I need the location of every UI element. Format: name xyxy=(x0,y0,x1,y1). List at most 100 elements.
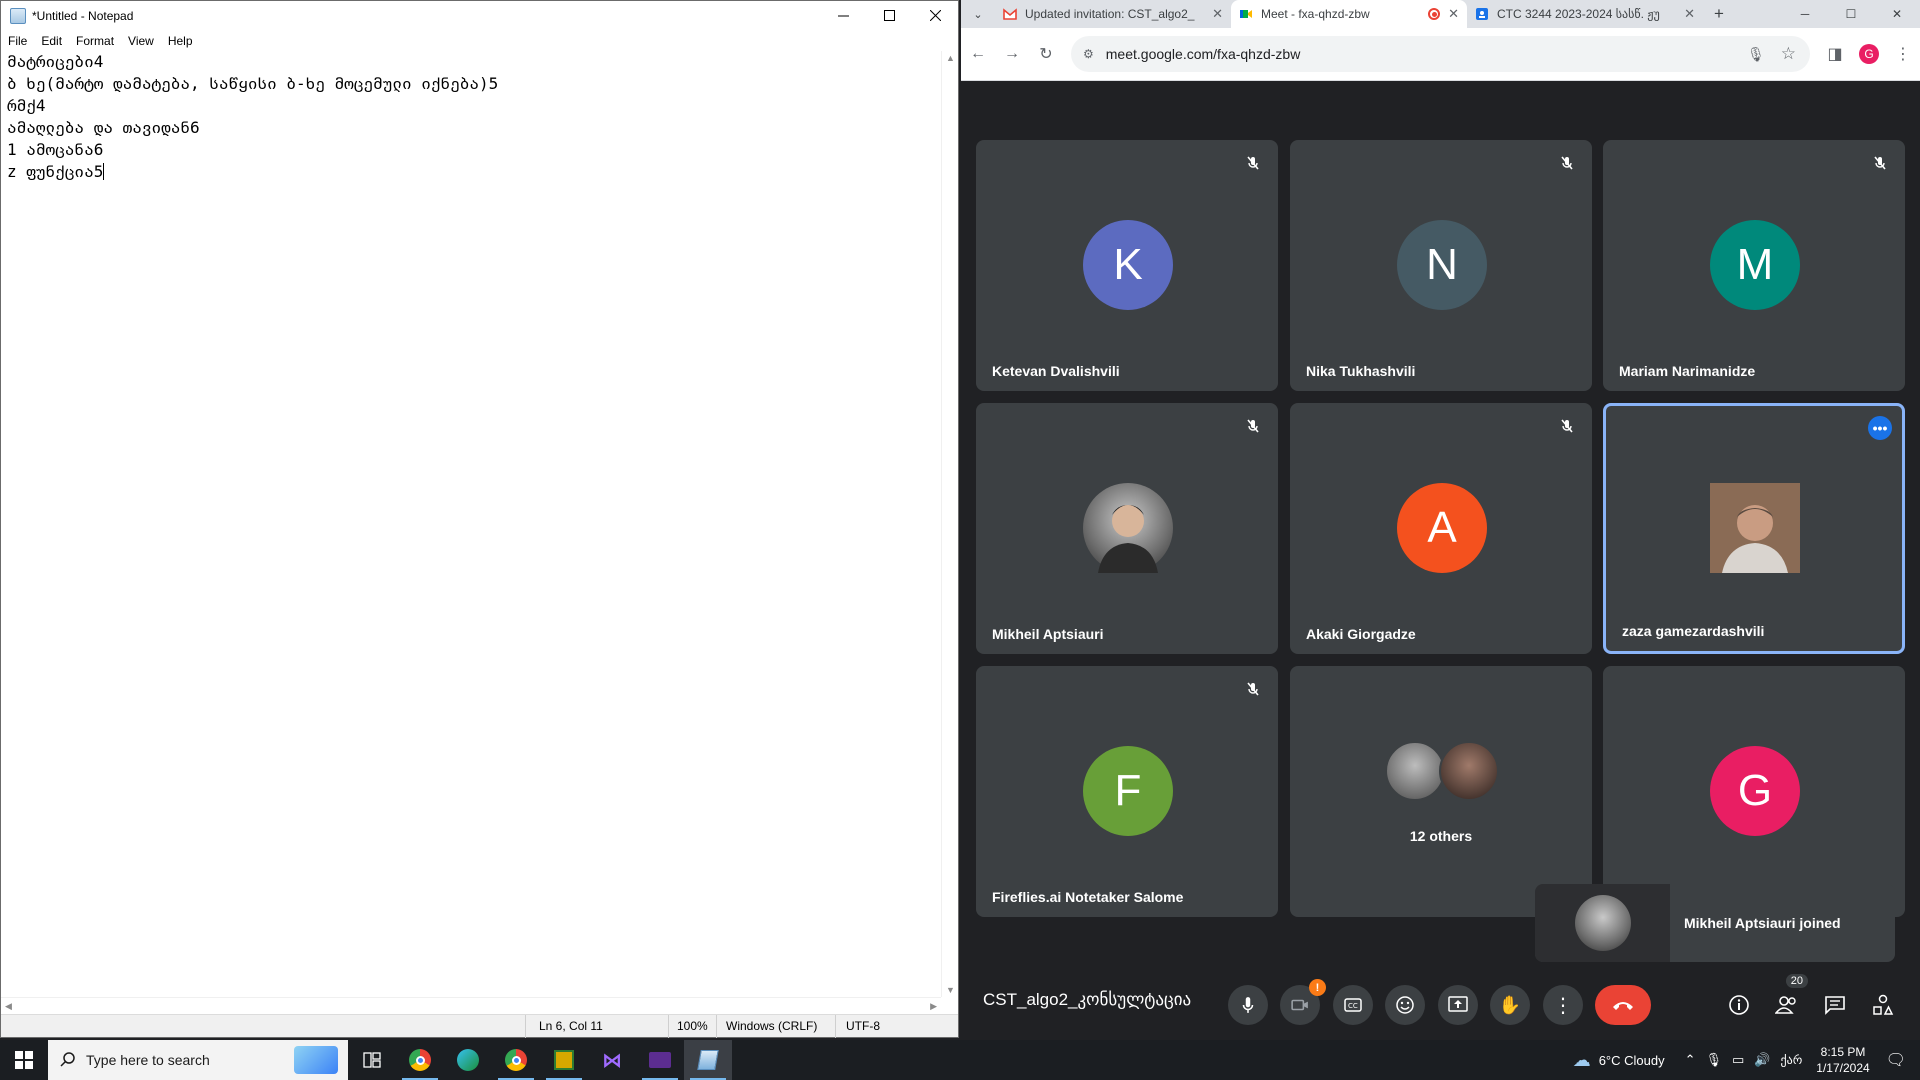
text-line: z ფუნქცია5 xyxy=(7,162,104,181)
weather-cloud-icon[interactable]: ☁ xyxy=(1573,1050,1591,1071)
chat-button[interactable] xyxy=(1820,990,1850,1020)
reactions-button[interactable] xyxy=(1385,985,1425,1025)
reload-icon: ↻ xyxy=(1039,46,1053,63)
notepad-text-area[interactable]: მატრიცები4 ბ ხე(მარტო დამატება, საწყისი ბ… xyxy=(7,51,938,997)
taskbar-edge[interactable] xyxy=(444,1040,492,1080)
clock[interactable]: 8:15 PM 1/17/2024 xyxy=(1816,1044,1869,1076)
maximize-icon: ☐ xyxy=(1845,7,1857,21)
profile-button[interactable]: G xyxy=(1852,44,1886,64)
close-tab-icon[interactable]: ✕ xyxy=(1448,6,1459,22)
network-icon[interactable]: ▭ xyxy=(1732,1052,1744,1068)
microphone-icon[interactable]: 🎙 xyxy=(1747,46,1765,63)
tab-docs[interactable]: CTC 3244 2023-2024 სასწ. ჟუ ✕ xyxy=(1467,0,1703,28)
avatar-photo xyxy=(1083,483,1173,573)
forward-button[interactable]: → xyxy=(995,45,1029,63)
menu-format[interactable]: Format xyxy=(69,34,121,48)
close-icon: ✕ xyxy=(1891,7,1903,21)
input-language[interactable]: ქარ xyxy=(1781,1053,1803,1067)
captions-button[interactable]: CC xyxy=(1333,985,1373,1025)
meeting-name: CST_algo2_კონსულტაცია xyxy=(983,990,1192,1009)
microphone-tray-icon[interactable]: 🎙 xyxy=(1706,1052,1723,1068)
scroll-down-icon[interactable]: ▼ xyxy=(946,985,955,995)
avatar: A xyxy=(1397,483,1487,573)
side-panel-button[interactable]: ◨ xyxy=(1818,44,1852,64)
bookmark-star-icon[interactable]: ☆ xyxy=(1781,44,1796,64)
recording-icon xyxy=(1428,8,1441,20)
participant-tile[interactable]: Mikheil Aptsiauri xyxy=(976,403,1278,654)
tab-search-button[interactable]: ⌄ xyxy=(961,0,995,28)
search-icon xyxy=(60,1052,75,1067)
task-view-button[interactable] xyxy=(348,1040,396,1080)
notepad-window: *Untitled - Notepad File Edit Format Vie… xyxy=(0,0,959,1038)
people-button[interactable]: 20 xyxy=(1772,974,1808,1020)
notification-center-icon[interactable]: 🗨 xyxy=(1886,1050,1906,1070)
participant-tile[interactable]: G xyxy=(1603,666,1905,917)
taskbar-notepad[interactable] xyxy=(684,1040,732,1080)
scroll-right-icon[interactable]: ▶ xyxy=(930,1001,937,1012)
vertical-scrollbar[interactable]: ▲ ▼ xyxy=(941,51,958,997)
scroll-left-icon[interactable]: ◀ xyxy=(5,1001,12,1012)
menu-help[interactable]: Help xyxy=(161,34,200,48)
show-hidden-icons-icon[interactable]: ⌃ xyxy=(1685,1052,1696,1068)
menu-edit[interactable]: Edit xyxy=(34,34,69,48)
minimize-icon: ─ xyxy=(1800,7,1810,21)
task-view-icon xyxy=(363,1052,381,1068)
toast-text: Mikheil Aptsiauri joined xyxy=(1684,915,1841,931)
close-tab-icon[interactable]: ✕ xyxy=(1212,6,1223,22)
taskbar-visual-studio[interactable]: ⋈ xyxy=(588,1040,636,1080)
window-close-button[interactable]: ✕ xyxy=(1874,0,1920,28)
start-button[interactable] xyxy=(0,1040,48,1080)
weather-text[interactable]: 6°C Cloudy xyxy=(1599,1053,1665,1068)
participant-tile-speaking[interactable]: ••• zaza gamezardashvili xyxy=(1603,403,1905,654)
maximize-button[interactable] xyxy=(866,1,912,30)
leave-call-button[interactable] xyxy=(1595,985,1651,1025)
menu-view[interactable]: View xyxy=(121,34,161,48)
avatar-photo xyxy=(1439,741,1499,801)
window-maximize-button[interactable]: ☐ xyxy=(1828,0,1874,28)
avatar: K xyxy=(1083,220,1173,310)
activities-button[interactable] xyxy=(1868,990,1898,1020)
close-tab-icon[interactable]: ✕ xyxy=(1684,6,1695,22)
window-minimize-button[interactable]: ─ xyxy=(1782,0,1828,28)
taskbar-chrome[interactable] xyxy=(492,1040,540,1080)
volume-icon[interactable]: 🔊 xyxy=(1754,1052,1770,1068)
menu-file[interactable]: File xyxy=(1,34,34,48)
participant-tile[interactable]: M Mariam Narimanidze xyxy=(1603,140,1905,391)
scroll-up-icon[interactable]: ▲ xyxy=(946,53,955,63)
present-button[interactable] xyxy=(1438,985,1478,1025)
participant-name: Mikheil Aptsiauri xyxy=(992,626,1104,642)
more-options-icon[interactable]: ••• xyxy=(1868,416,1892,440)
taskbar-terminal[interactable] xyxy=(636,1040,684,1080)
notepad-app-icon xyxy=(10,7,26,24)
reload-button[interactable]: ↻ xyxy=(1029,44,1063,64)
tab-gmail[interactable]: Updated invitation: CST_algo2_ ✕ xyxy=(995,0,1231,28)
site-settings-icon[interactable]: ⚙ xyxy=(1083,47,1094,61)
participant-tile[interactable]: F Fireflies.ai Notetaker Salome xyxy=(976,666,1278,917)
taskbar-excel-app[interactable] xyxy=(540,1040,588,1080)
camera-button[interactable]: ! xyxy=(1280,979,1326,1025)
more-options-button[interactable]: ⋮ xyxy=(1543,985,1583,1025)
participant-tile[interactable]: K Ketevan Dvalishvili xyxy=(976,140,1278,391)
tab-meet[interactable]: Meet - fxa-qhzd-zbw ✕ xyxy=(1231,0,1467,28)
camera-warning-badge: ! xyxy=(1309,979,1326,996)
avatar: G xyxy=(1710,746,1800,836)
taskbar-chrome-profile[interactable] xyxy=(396,1040,444,1080)
back-button[interactable]: ← xyxy=(961,45,995,63)
more-vert-icon: ⋮ xyxy=(1553,994,1573,1017)
close-button[interactable] xyxy=(912,1,958,30)
participant-tile[interactable]: N Nika Tukhashvili xyxy=(1290,140,1592,391)
horizontal-scrollbar[interactable]: ◀ ▶ xyxy=(1,997,941,1014)
others-tile[interactable]: 12 others xyxy=(1290,666,1592,917)
taskbar-search-box[interactable]: Type here to search xyxy=(48,1040,348,1080)
microphone-button[interactable] xyxy=(1228,985,1268,1025)
meeting-info-button[interactable] xyxy=(1724,990,1754,1020)
minimize-button[interactable] xyxy=(820,1,866,30)
menu-button[interactable]: ⋮ xyxy=(1886,44,1920,64)
raise-hand-button[interactable]: ✋ xyxy=(1490,985,1530,1025)
address-bar[interactable]: ⚙ meet.google.com/fxa-qhzd-zbw 🎙 ☆ xyxy=(1071,36,1810,72)
notepad-title-bar[interactable]: *Untitled - Notepad xyxy=(1,1,958,30)
spreadsheet-icon xyxy=(554,1050,574,1070)
tab-strip: ⌄ Updated invitation: CST_algo2_ ✕ Meet … xyxy=(961,0,1920,28)
new-tab-button[interactable]: + xyxy=(1703,0,1735,28)
participant-tile[interactable]: A Akaki Giorgadze xyxy=(1290,403,1592,654)
